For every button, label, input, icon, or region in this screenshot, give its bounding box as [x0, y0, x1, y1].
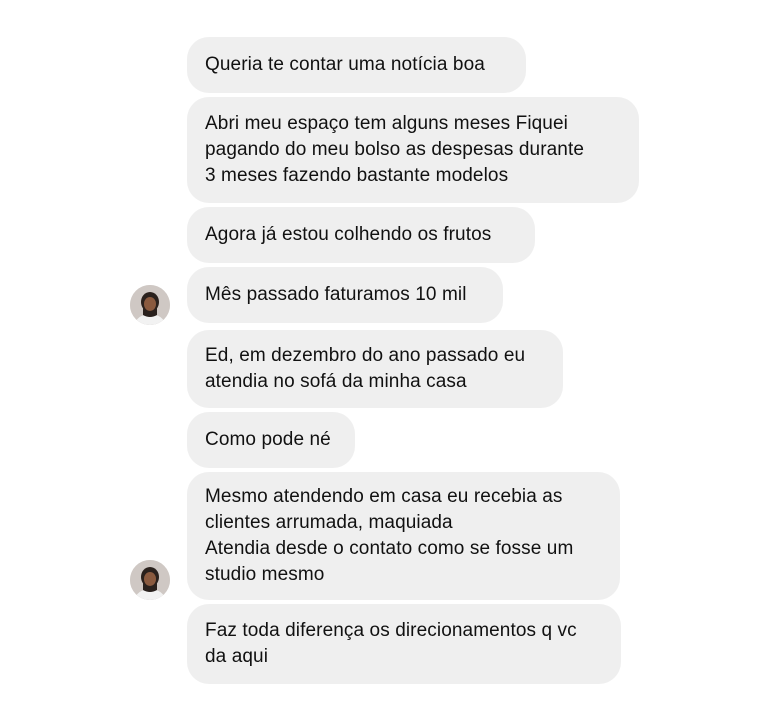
- contact-avatar-icon[interactable]: [130, 285, 170, 325]
- message-bubble[interactable]: Faz toda diferença os direcionamentos q …: [187, 604, 621, 684]
- message-text: Queria te contar uma notícia boa: [205, 54, 485, 75]
- message-bubble[interactable]: Mês passado faturamos 10 mil: [187, 267, 503, 323]
- message-text: Faz toda diferença os direcionamentos q …: [205, 620, 577, 667]
- message-bubble[interactable]: Mesmo atendendo em casa eu recebia as cl…: [187, 472, 620, 600]
- message-text: Agora já estou colhendo os frutos: [205, 224, 492, 245]
- message-text: Como pode né: [205, 429, 331, 450]
- message-text: Mesmo atendendo em casa eu recebia as cl…: [205, 486, 574, 585]
- message-text: Abri meu espaço tem alguns meses Fiquei …: [205, 113, 584, 186]
- message-bubble[interactable]: Queria te contar uma notícia boa: [187, 37, 526, 93]
- message-text: Ed, em dezembro do ano passado eu atendi…: [205, 345, 526, 392]
- message-bubble[interactable]: Como pode né: [187, 412, 355, 468]
- message-bubble[interactable]: Abri meu espaço tem alguns meses Fiquei …: [187, 97, 639, 203]
- message-text: Mês passado faturamos 10 mil: [205, 284, 467, 305]
- contact-avatar-icon[interactable]: [130, 560, 170, 600]
- message-bubble[interactable]: Agora já estou colhendo os frutos: [187, 207, 535, 263]
- message-bubble[interactable]: Ed, em dezembro do ano passado eu atendi…: [187, 330, 563, 408]
